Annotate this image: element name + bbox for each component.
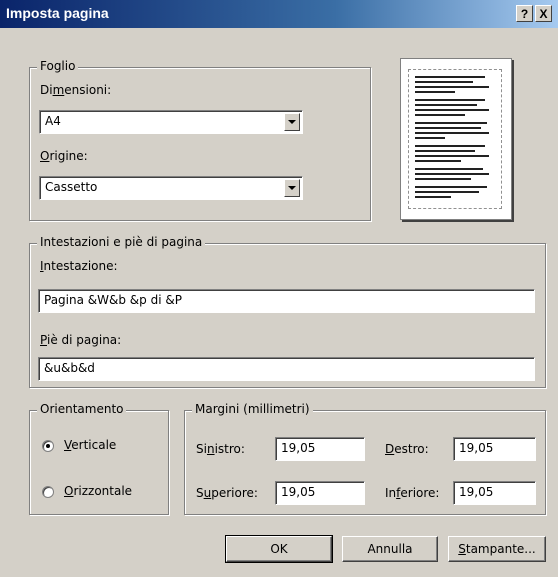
dimensioni-select[interactable]: A4 bbox=[39, 110, 303, 134]
help-button[interactable]: ? bbox=[516, 5, 533, 22]
margin-left-input[interactable]: 19,05 bbox=[275, 437, 365, 461]
origine-label: Origine: bbox=[40, 149, 88, 163]
chevron-down-icon[interactable] bbox=[284, 113, 300, 131]
footer-label: Piè di pagina: bbox=[40, 333, 122, 347]
footer-input[interactable]: &u&b&d bbox=[38, 357, 535, 381]
printer-button[interactable]: Stampante... bbox=[448, 536, 546, 562]
margin-bottom-input[interactable]: 19,05 bbox=[453, 481, 536, 505]
landscape-label[interactable]: Orizzontale bbox=[64, 484, 132, 498]
dimensioni-value: A4 bbox=[45, 114, 61, 128]
origine-value: Cassetto bbox=[45, 180, 98, 194]
dimensioni-label: Dimensioni: bbox=[40, 83, 112, 97]
origine-select[interactable]: Cassetto bbox=[39, 176, 303, 200]
margin-bottom-label: Inferiore: bbox=[385, 486, 440, 500]
header-footer-legend: Intestazioni e piè di pagina bbox=[37, 235, 206, 249]
landscape-radio[interactable] bbox=[42, 486, 54, 498]
portrait-radio[interactable] bbox=[42, 440, 54, 452]
header-input[interactable]: Pagina &W&b &p di &P bbox=[38, 289, 535, 313]
close-button[interactable]: X bbox=[535, 5, 552, 22]
margin-right-input[interactable]: 19,05 bbox=[453, 437, 536, 461]
cancel-button[interactable]: Annulla bbox=[342, 536, 438, 562]
ok-button[interactable]: OK bbox=[225, 535, 333, 563]
page-preview-margins bbox=[408, 69, 502, 209]
margin-top-label: Superiore: bbox=[196, 486, 258, 500]
margin-left-label: Sinistro: bbox=[196, 442, 245, 456]
margin-top-input[interactable]: 19,05 bbox=[275, 481, 365, 505]
margins-legend: Margini (millimetri) bbox=[192, 402, 313, 416]
orientation-group bbox=[29, 410, 169, 515]
header-label: Intestazione: bbox=[40, 259, 118, 273]
window-title: Imposta pagina bbox=[6, 5, 109, 21]
margin-right-label: Destro: bbox=[385, 442, 429, 456]
foglio-legend: Foglio bbox=[37, 59, 79, 73]
chevron-down-icon[interactable] bbox=[284, 179, 300, 197]
portrait-label[interactable]: Verticale bbox=[64, 438, 116, 452]
orientation-legend: Orientamento bbox=[37, 402, 127, 416]
page-preview bbox=[400, 58, 512, 220]
